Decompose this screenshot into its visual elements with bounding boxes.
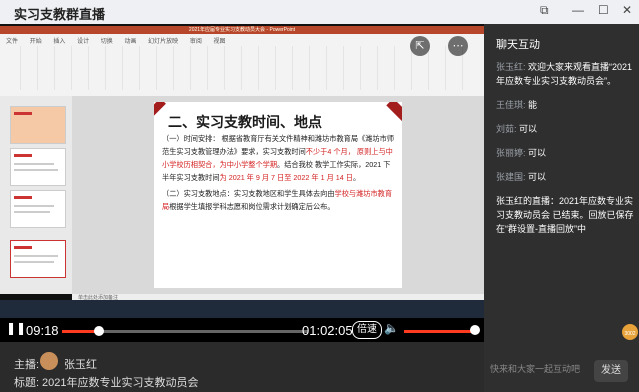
stream-info: 主播: 张玉红 标题: 2021年应数专业实习支教动员会 [0,342,484,392]
maximize-icon[interactable]: ☐ [598,3,609,17]
ppt-tab: 幻灯片放映 [148,39,179,45]
ppt-tab: 审阅 [189,39,202,45]
slide-body: （一）时间安排： 根据省教育厅有关文件精神和潍坊市教育局《潍坊市师 范生实习支教… [162,132,394,216]
ppt-tab: 设计 [77,39,90,45]
chat-system-message: 张玉红的直播：2021年应数专业实习支教动员会 已结束。回放已保存在“群设置-直… [496,196,634,234]
ppt-tab: 动画 [124,39,137,45]
chat-text: 可以 [519,124,538,134]
chat-text: 可以 [528,172,547,182]
chat-message: 张丽婷: 可以 [496,146,636,160]
current-time: 09:18 [26,323,59,338]
slide-text-highlight: 为 2021 年 9 月 7 日至 2022 年 1 月 14 日 [219,173,353,182]
speed-button[interactable]: 倍速 [352,321,382,339]
chat-sender: 刘茹: [496,124,517,134]
progress-knob[interactable] [93,326,104,336]
host-name: 张玉红 [64,359,97,371]
slide-text: 。 [352,173,361,182]
slide-thumb [10,190,66,228]
progress-bar[interactable] [62,326,308,336]
stream-title-label: 标题: [14,377,40,389]
share-icon[interactable]: ⇱ [410,36,430,56]
volume-bar[interactable] [404,330,476,333]
chat-message: 张玉红: 欢迎大家来观看直播“2021年应数专业实习支教动员会”。 [496,60,636,88]
chat-title: 聊天互动 [496,39,540,51]
chat-sender: 王佳琪: [496,100,526,110]
slide-thumbnails [0,96,72,294]
host-label: 主播: [14,359,40,371]
ppt-tab: 插入 [53,39,66,45]
slide-thumb [10,106,66,144]
slide-text: 根据学生填报学科志愿和岗位需求计划确定后公布。 [169,202,335,211]
ppt-tab: 切换 [100,39,113,45]
stream-title: 2021年应数专业实习支教动员会 [42,377,199,389]
more-icon[interactable]: ⋯ [448,36,468,56]
chat-message: 刘茹: 可以 [496,122,636,136]
chat-text: 可以 [528,148,547,158]
title-bar: 实习支教群直播 ⧉ — ☐ ✕ [0,0,639,24]
slide-thumb-active [10,240,66,278]
chat-sender: 张玉红: [496,62,526,72]
slide: 二、实习支教时间、地点 （一）时间安排： 根据省教育厅有关文件精神和潍坊市教育局… [154,102,402,288]
like-count: 3002 [624,331,636,337]
chat-message: 张建国: 可以 [496,170,636,184]
slide-area: 二、实习支教时间、地点 （一）时间安排： 根据省教育厅有关文件精神和潍坊市教育局… [72,96,484,294]
total-time: 01:02:05 [302,323,353,338]
ppt-ribbon-tabs: 文件 开始 插入 设计 切换 动画 幻灯片放映 审阅 视图 [6,36,236,45]
chat-panel: 聊天互动 张玉红: 欢迎大家来观看直播“2021年应数专业实习支教动员会”。 王… [484,24,639,392]
chat-text: 能 [528,100,538,110]
windows-taskbar [0,300,484,318]
slide-thumb [10,148,66,186]
ppt-title-bar-visible: 2021年应届专业实习支教动员大会 - PowerPoint [0,26,484,34]
minimize-icon[interactable]: — [572,3,584,17]
restore-icon[interactable]: ⧉ [540,3,549,18]
ppt-ribbon-tools [4,46,474,90]
window-title: 实习支教群直播 [14,7,106,22]
slide-text: （二）实习支教地点：实习支教地区和学生具体去向由 [162,189,335,198]
chat-sender: 张丽婷: [496,148,526,158]
ppt-tab: 开始 [29,39,42,45]
chat-sender: 张建国: [496,172,526,182]
close-icon[interactable]: ✕ [622,3,632,17]
host-avatar[interactable] [40,352,58,370]
slide-decoration [154,102,166,118]
slide-heading: 二、实习支教时间、地点 [168,114,322,130]
ppt-tab: 文件 [6,39,19,45]
pause-icon[interactable]: ❚❚ [6,321,26,335]
send-button[interactable]: 发送 [594,360,628,382]
volume-icon[interactable]: 🔈 [384,321,399,335]
slide-decoration [386,102,402,124]
volume-knob[interactable] [470,325,480,335]
chat-message: 王佳琪: 能 [496,98,636,112]
ppt-tab: 视图 [213,39,226,45]
like-icon[interactable]: 3002 [622,324,638,340]
